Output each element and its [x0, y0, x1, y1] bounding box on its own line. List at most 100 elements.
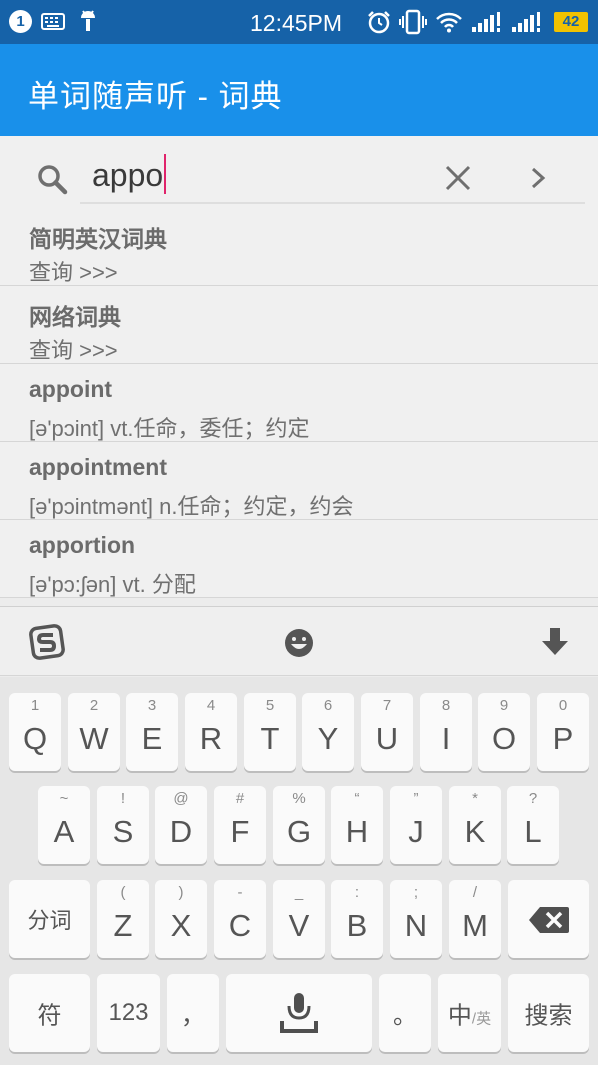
- search-icon: [38, 165, 68, 195]
- backspace-icon: [529, 907, 569, 933]
- list-item[interactable]: appointment [ə'pɔintmənt] n.任命；约定，约会: [0, 442, 598, 520]
- signal-icon-2: [512, 12, 540, 32]
- key-primary-label: L: [524, 814, 542, 849]
- text-cursor: [164, 154, 167, 194]
- go-chevron-right-icon[interactable]: [530, 167, 546, 189]
- key-l[interactable]: ? L: [507, 786, 559, 864]
- space-key[interactable]: [226, 974, 372, 1052]
- list-item[interactable]: apportion [ə'pɔ:ʃən] vt. 分配: [0, 520, 598, 598]
- key-e[interactable]: 3E: [126, 693, 178, 771]
- key-g[interactable]: % G: [273, 786, 325, 864]
- key-h[interactable]: “H: [331, 786, 383, 864]
- key-i[interactable]: 8I: [420, 693, 472, 771]
- language-switch-label: 中/英: [438, 996, 501, 1031]
- key-secondary-label: -: [237, 884, 243, 901]
- key-primary-label: C: [228, 908, 252, 943]
- list-item-title: 网络词典: [29, 304, 121, 330]
- language-switch-key[interactable]: 中/英: [438, 974, 501, 1052]
- list-item-detail: 查询 >>>: [29, 338, 118, 363]
- key-secondary-label: ): [178, 884, 184, 901]
- keyboard-toolbar: [0, 606, 598, 676]
- battery-level: 42: [562, 13, 580, 30]
- hide-keyboard-arrow-down-icon[interactable]: [541, 627, 569, 657]
- key-secondary-label: 5: [265, 697, 275, 714]
- key-secondary-label: :: [354, 884, 360, 901]
- key-primary-label: N: [404, 908, 428, 943]
- symbol-key[interactable]: 符: [9, 974, 90, 1052]
- key-c[interactable]: -C: [214, 880, 266, 958]
- clear-icon[interactable]: [445, 165, 471, 191]
- keyboard-notification-icon: [41, 13, 65, 30]
- list-item-detail: [ə'pɔintmənt] n.任命；约定，约会: [29, 494, 354, 519]
- key-secondary-label: “: [354, 790, 360, 807]
- comma-key[interactable]: ，: [167, 974, 219, 1052]
- key-z[interactable]: (Z: [97, 880, 149, 958]
- key-secondary-label: 9: [499, 697, 509, 714]
- key-primary-label: V: [288, 908, 310, 943]
- segment-key[interactable]: 分词: [9, 880, 90, 958]
- key-secondary-label: 3: [147, 697, 157, 714]
- key-t[interactable]: 5T: [244, 693, 296, 771]
- backspace-key[interactable]: [508, 880, 589, 958]
- notification-count-badge: 1: [9, 10, 32, 33]
- key-primary-label: T: [260, 721, 280, 756]
- key-secondary-label: (: [120, 884, 126, 901]
- key-y[interactable]: 6Y: [302, 693, 354, 771]
- key-primary-label: M: [462, 908, 488, 943]
- key-secondary-label: *: [472, 790, 478, 807]
- key-d[interactable]: @ D: [155, 786, 207, 864]
- key-primary-label: W: [79, 721, 109, 756]
- key-secondary-label: 0: [558, 697, 568, 714]
- key-x[interactable]: ) X: [155, 880, 207, 958]
- key-f[interactable]: # F: [214, 786, 266, 864]
- key-p[interactable]: 0P: [537, 693, 589, 771]
- search-bar: appo: [0, 136, 598, 208]
- period-key[interactable]: 。: [379, 974, 431, 1052]
- list-item[interactable]: 简明英汉词典 查询 >>>: [0, 208, 598, 286]
- search-input[interactable]: appo: [80, 136, 430, 202]
- key-primary-label: G: [286, 814, 312, 849]
- key-primary-label: Z: [113, 908, 133, 943]
- key-w[interactable]: 2W: [68, 693, 120, 771]
- suggestion-list: 简明英汉词典 查询 >>> 网络词典 查询 >>> appoint [ə'pɔi…: [0, 208, 598, 598]
- key-n[interactable]: ; N: [390, 880, 442, 958]
- key-j[interactable]: ” J: [390, 786, 442, 864]
- list-item-title: apportion: [29, 532, 136, 558]
- key-b[interactable]: :B: [331, 880, 383, 958]
- wifi-icon: [436, 12, 462, 33]
- list-item-title: 简明英汉词典: [29, 226, 167, 252]
- key-s[interactable]: ! S: [97, 786, 149, 864]
- key-m[interactable]: / M: [449, 880, 501, 958]
- key-u[interactable]: 7U: [361, 693, 413, 771]
- key-r[interactable]: 4R: [185, 693, 237, 771]
- sogou-logo-icon[interactable]: [29, 624, 65, 660]
- key-secondary-label: %: [292, 790, 306, 807]
- key-secondary-label: 1: [30, 697, 40, 714]
- key-v[interactable]: _ V: [273, 880, 325, 958]
- soft-keyboard: 1Q 2W 3E 4R 5T 6Y 7U 8I 9O 0P ~ A ! S @ D #…: [0, 677, 598, 1065]
- key-secondary-label: ;: [413, 884, 419, 901]
- key-secondary-label: ~: [59, 790, 69, 807]
- key-o[interactable]: 9O: [478, 693, 530, 771]
- key-primary-label: O: [491, 721, 517, 756]
- list-item[interactable]: 网络词典 查询 >>>: [0, 286, 598, 364]
- key-secondary-label: _: [294, 884, 304, 901]
- numeric-key[interactable]: 123: [97, 974, 160, 1052]
- key-primary-label: F: [230, 814, 250, 849]
- key-secondary-label: 6: [323, 697, 333, 714]
- alarm-icon: [368, 11, 390, 34]
- page-title: 单词随声听 - 词典: [28, 79, 283, 114]
- battery-indicator: 42: [554, 12, 588, 32]
- search-query-text: appo: [92, 157, 164, 193]
- key-k[interactable]: * K: [449, 786, 501, 864]
- signal-icon-1: [472, 12, 500, 32]
- app-root: { "status_bar": {"notification_count": "…: [0, 0, 598, 1065]
- period-key-label: 。: [393, 1002, 417, 1030]
- key-a[interactable]: ~ A: [38, 786, 90, 864]
- search-underline: [80, 202, 585, 204]
- list-item[interactable]: appoint [ə'pɔint] vt.任命，委任；约定: [0, 364, 598, 442]
- key-q[interactable]: 1Q: [9, 693, 61, 771]
- key-primary-label: J: [408, 814, 424, 849]
- search-action-key[interactable]: 搜索: [508, 974, 589, 1052]
- emoji-icon[interactable]: [284, 628, 314, 658]
